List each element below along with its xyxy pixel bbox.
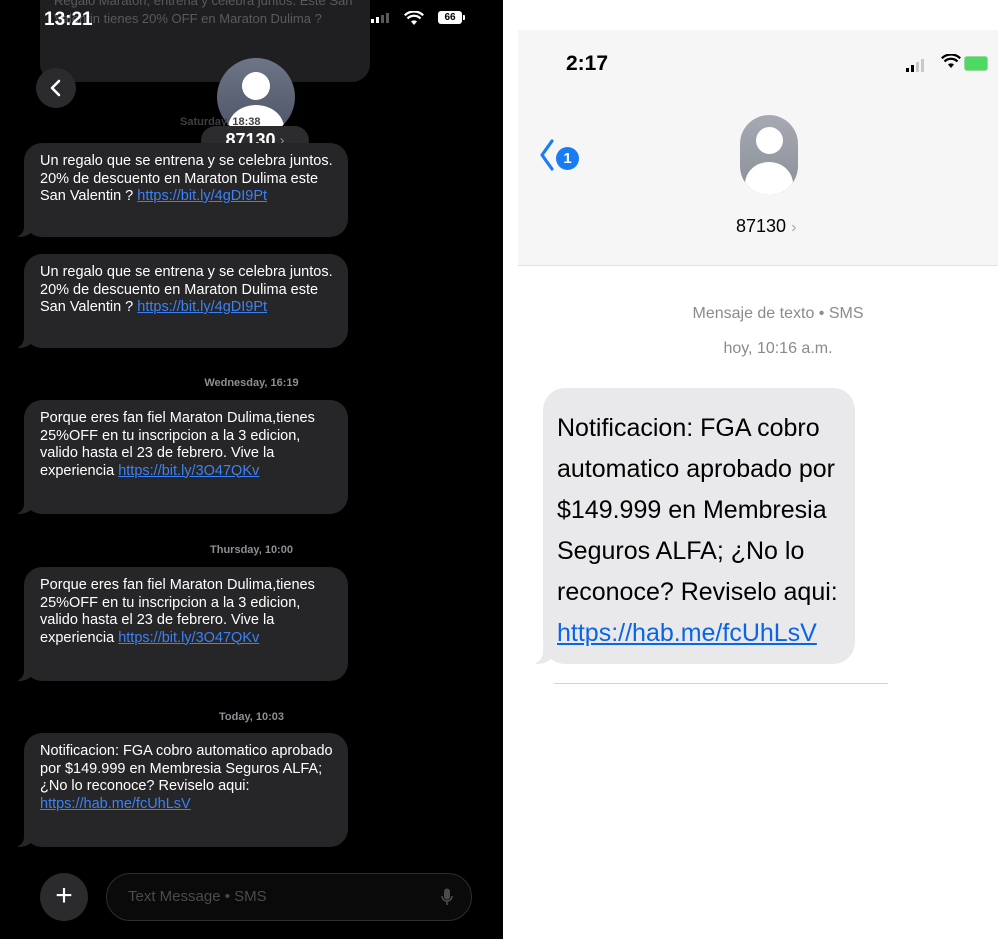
message-link[interactable]: https://bit.ly/3O47QKv xyxy=(118,630,259,646)
ghost-message-text: Regalo Maraton, entrena y celebra juntos… xyxy=(54,0,353,26)
message-timestamp: hoy, 10:16 a.m. xyxy=(723,340,833,357)
wifi-icon xyxy=(404,11,424,25)
contact-avatar[interactable] xyxy=(740,115,798,195)
message-link[interactable]: https://hab.me/fcUhLsV xyxy=(40,796,191,812)
message-type-label: Mensaje de texto • SMS xyxy=(692,305,864,322)
unread-count-badge[interactable]: 1 xyxy=(556,147,579,170)
chevron-left-icon[interactable] xyxy=(539,138,555,172)
contact-number: 87130 xyxy=(736,216,787,236)
date-stamp: Today, 10:03 xyxy=(218,711,284,723)
message-bubble: Un regalo que se entrena y se celebra ju… xyxy=(14,254,348,348)
divider xyxy=(554,683,888,684)
message-link[interactable]: https://hab.me/fcUhLsV xyxy=(557,619,817,647)
message-bubble: Porque eres fan fiel Maraton Dulima,tien… xyxy=(14,567,348,681)
battery-charging-icon xyxy=(964,56,988,71)
battery-icon: 66 xyxy=(438,11,465,24)
add-attachment-button[interactable]: + xyxy=(40,873,88,921)
message-text: Notificacion: FGA cobro automatico aprob… xyxy=(40,743,333,794)
wifi-icon xyxy=(941,54,961,68)
message-bubble: Notificacion: FGA cobro automatico aprob… xyxy=(531,388,855,664)
chevron-right-icon: › xyxy=(791,219,797,236)
message-input[interactable]: Text Message • SMS xyxy=(106,873,472,921)
dark-messages-screen: Regalo Maraton, entrena y celebra juntos… xyxy=(0,0,503,939)
message-bubble: Un regalo que se entrena y se celebra ju… xyxy=(14,143,348,237)
conversation-header: 2:17 1 87130 › xyxy=(518,30,998,266)
light-messages-screen: 2:17 1 87130 › Mensaje de texto • SMS ho… xyxy=(518,30,998,939)
message-link[interactable]: https://bit.ly/4gDI9Pt xyxy=(137,188,267,204)
message-text: Notificacion: FGA cobro automatico aprob… xyxy=(557,414,838,606)
message-bubble: Notificacion: FGA cobro automatico aprob… xyxy=(14,733,348,847)
contact-name[interactable]: 87130 › xyxy=(736,216,796,237)
date-stamp: Wednesday, 16:19 xyxy=(204,377,299,389)
status-time: 13:21 xyxy=(44,9,93,30)
message-bubble: Porque eres fan fiel Maraton Dulima,tien… xyxy=(14,400,348,514)
message-link[interactable]: https://bit.ly/3O47QKv xyxy=(118,463,259,479)
message-input-placeholder: Text Message • SMS xyxy=(128,888,267,905)
status-time: 2:17 xyxy=(566,52,609,75)
microphone-icon[interactable] xyxy=(441,888,453,907)
back-button[interactable] xyxy=(36,68,76,108)
chevron-left-icon xyxy=(50,79,61,97)
signal-icon xyxy=(371,13,389,23)
message-link[interactable]: https://bit.ly/4gDI9Pt xyxy=(137,299,267,315)
signal-icon xyxy=(906,59,924,72)
date-stamp: Thursday, 10:00 xyxy=(210,544,293,556)
